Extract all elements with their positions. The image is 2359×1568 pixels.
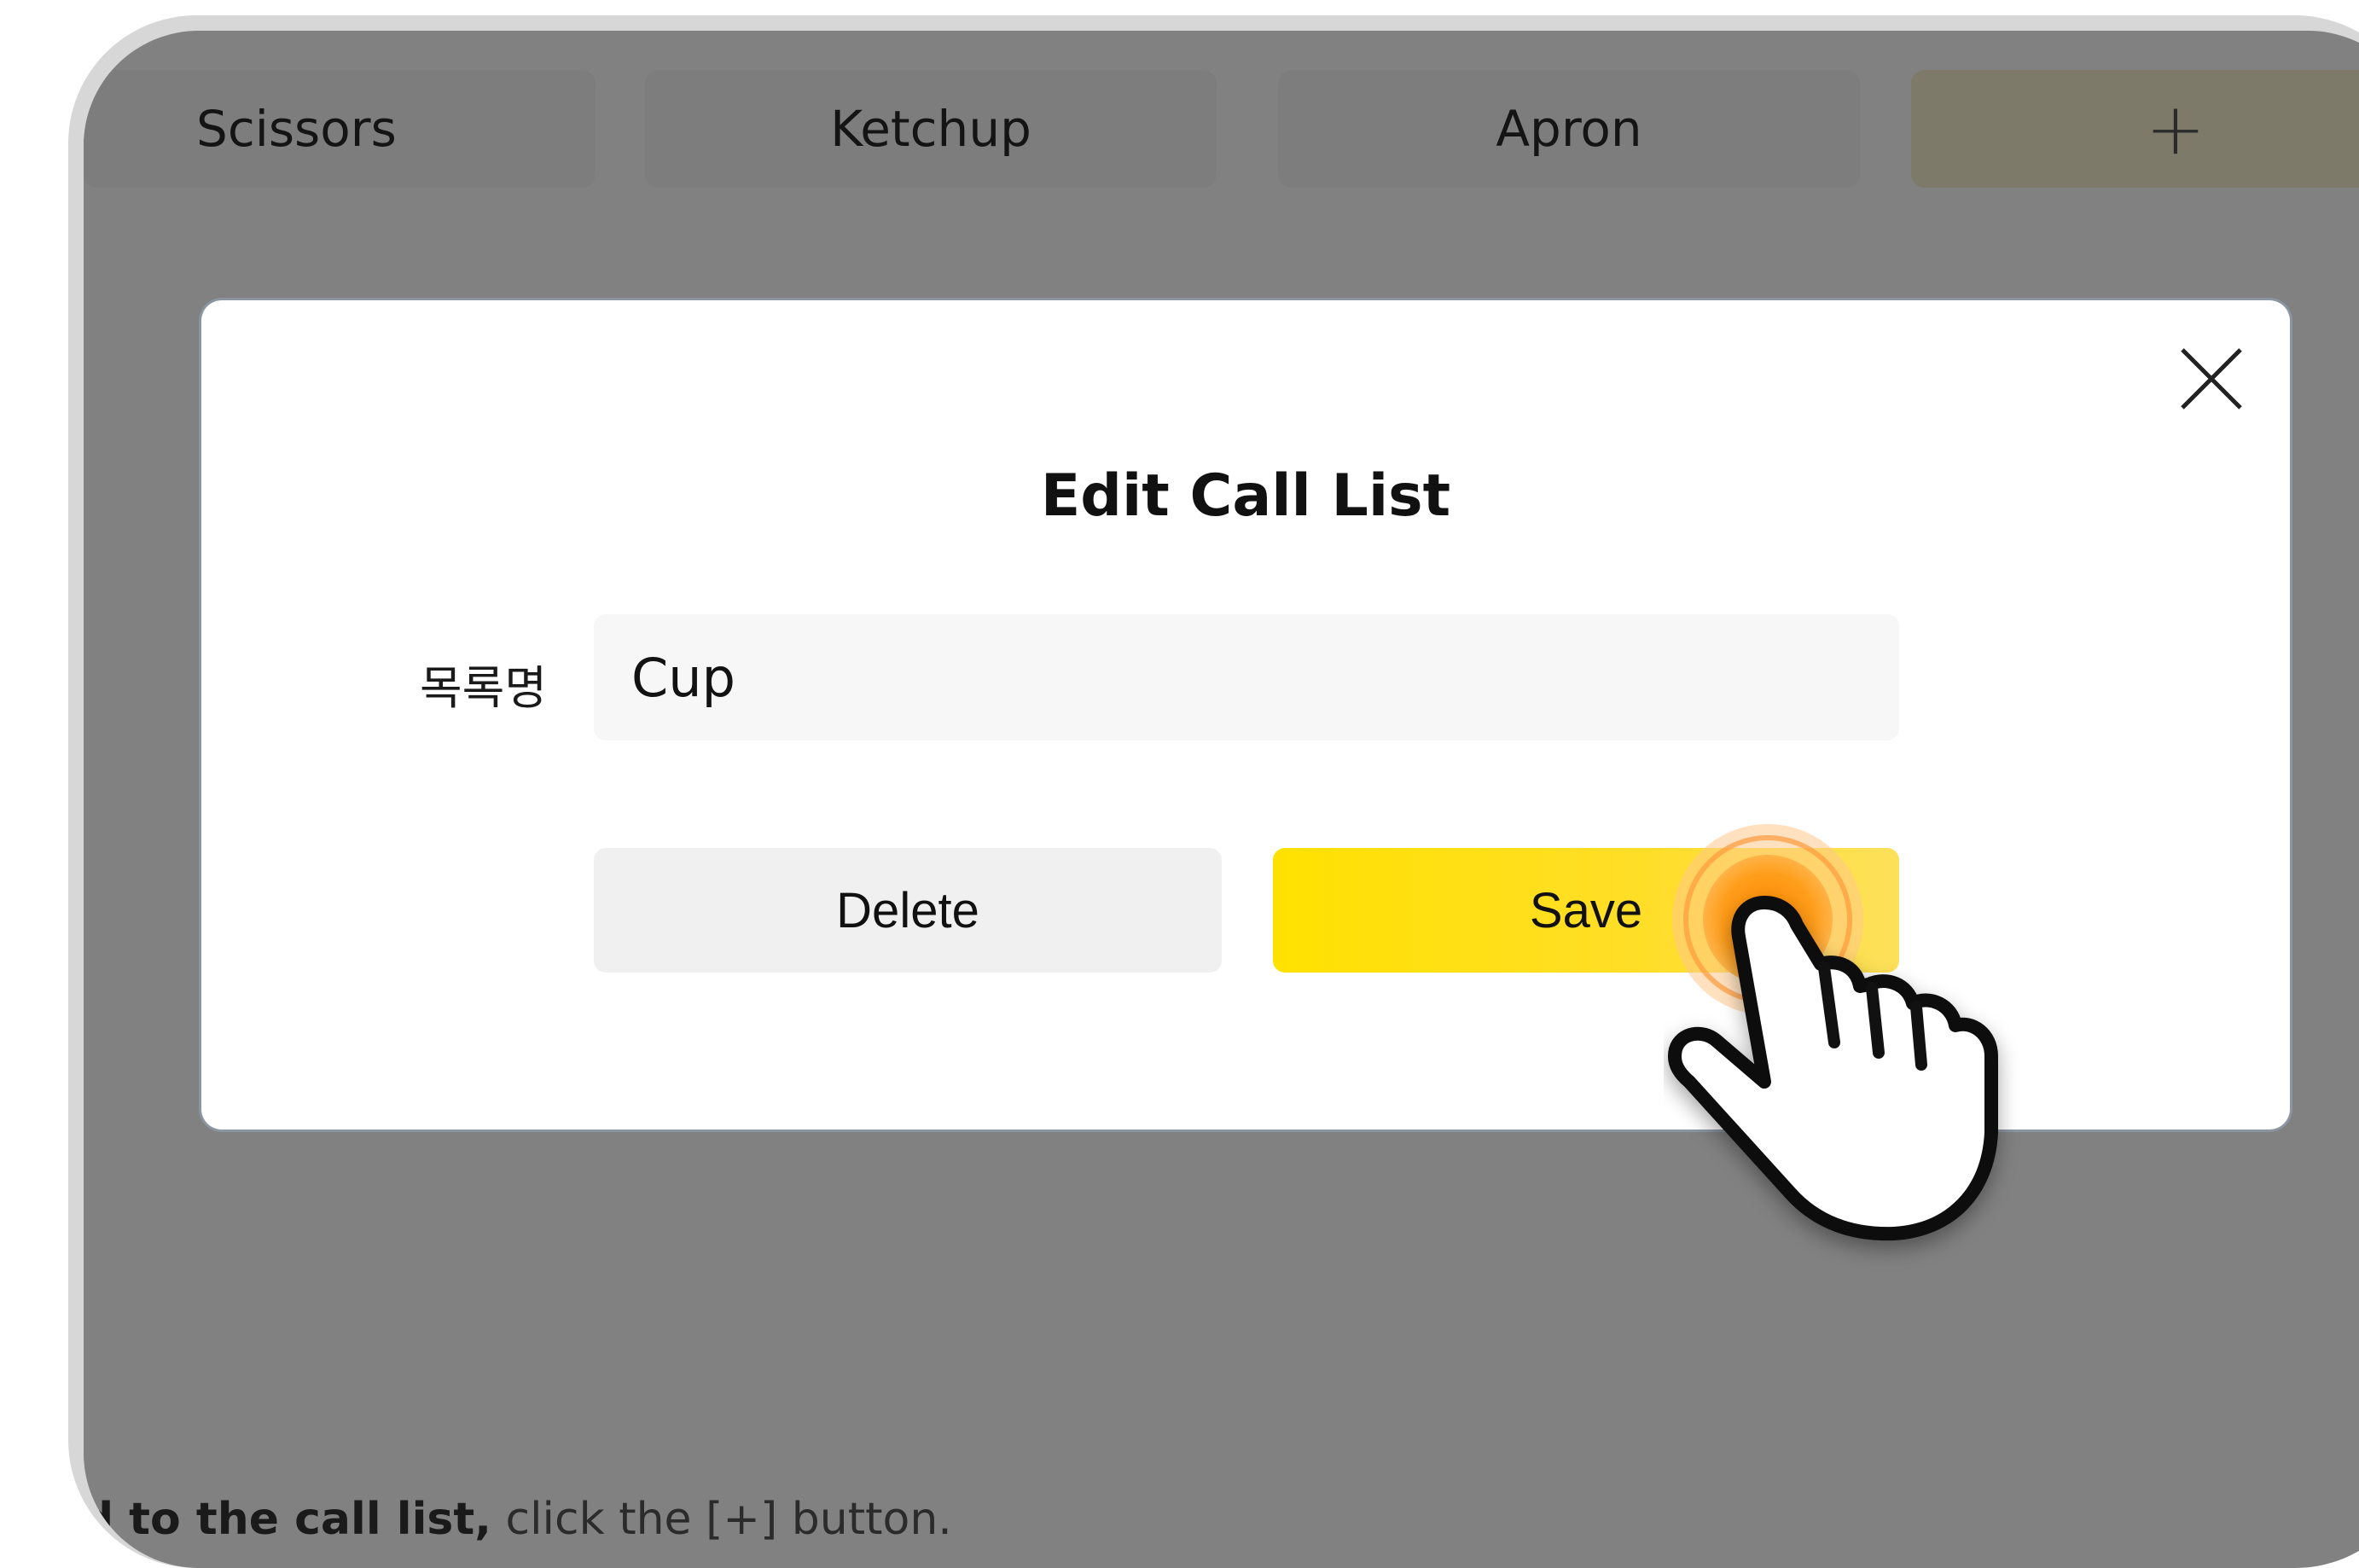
save-button[interactable]: Save [1273, 848, 1899, 973]
tab-scissors[interactable]: Scissors [84, 70, 596, 188]
edit-call-list-dialog: Edit Call List 목록명 Delete Save [201, 300, 2290, 1130]
dialog-title: Edit Call List [1040, 462, 1451, 530]
tab-ketchup[interactable]: Ketchup [645, 70, 1217, 188]
tab-apron[interactable]: Apron [1278, 70, 1860, 188]
tab-label: Apron [1496, 100, 1642, 158]
tab-label: Scissors [196, 100, 397, 158]
call-list-tabbar: Scissors Ketchup Apron + [84, 70, 2359, 189]
hint-strong: ld to the call list, [84, 1494, 491, 1545]
plus-icon: + [2145, 87, 2206, 171]
close-icon[interactable] [2177, 345, 2246, 413]
hint-text: ld to the call list, click the [+] butto… [84, 1494, 1090, 1545]
list-name-label: 목록명 [420, 661, 548, 715]
list-name-input[interactable] [594, 614, 1899, 740]
hint-rest: click the [+] button. [491, 1494, 952, 1545]
delete-button[interactable]: Delete [594, 848, 1222, 973]
add-tab-button[interactable]: + [1911, 70, 2359, 188]
save-button-label: Save [1529, 882, 1643, 938]
delete-button-label: Delete [836, 882, 979, 938]
tab-label: Ketchup [830, 100, 1031, 158]
